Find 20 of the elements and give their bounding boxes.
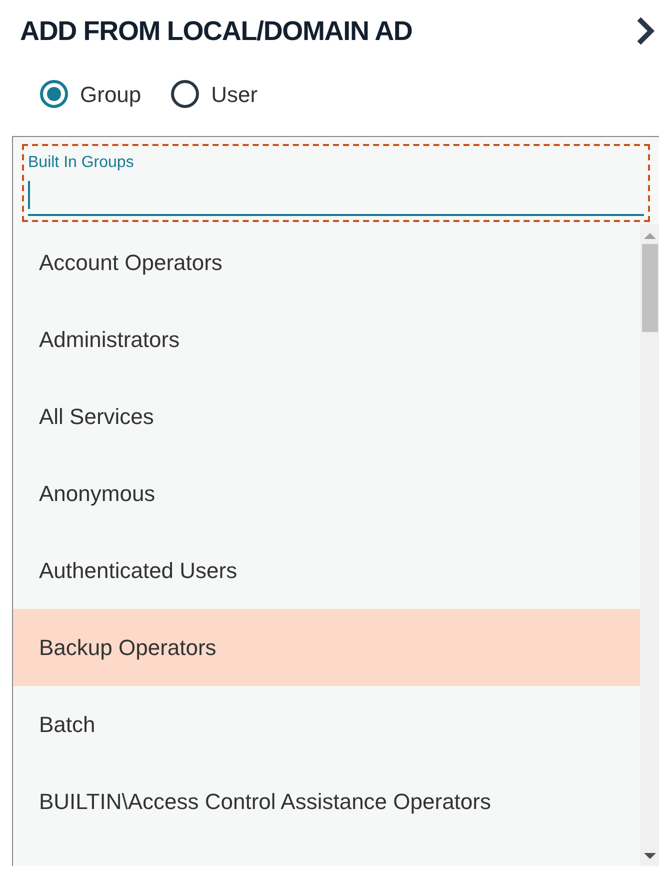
list-item[interactable]: Administrators bbox=[13, 301, 640, 378]
list-item[interactable]: BUILTIN\Access Control Assistance Operators bbox=[13, 763, 640, 840]
search-field[interactable]: Built In Groups bbox=[22, 144, 650, 222]
radio-icon bbox=[40, 80, 68, 108]
list-item[interactable]: Batch bbox=[13, 686, 640, 763]
chevron-right-icon[interactable] bbox=[635, 16, 655, 46]
radio-option[interactable]: User bbox=[171, 78, 258, 110]
list-item[interactable]: Account Operators bbox=[13, 224, 640, 301]
list-item[interactable]: All Services bbox=[13, 378, 640, 455]
scroll-up-icon[interactable] bbox=[644, 232, 656, 240]
field-label: Built In Groups bbox=[28, 153, 135, 173]
scroll-down-icon[interactable] bbox=[644, 852, 656, 860]
list-item[interactable]: Authenticated Users bbox=[13, 532, 640, 609]
radio-option[interactable]: Group bbox=[40, 78, 142, 110]
list-item[interactable]: Backup Operators bbox=[13, 609, 640, 686]
radio-icon bbox=[171, 80, 200, 108]
list-item[interactable]: Anonymous bbox=[13, 455, 640, 532]
scrollbar-thumb[interactable] bbox=[642, 244, 658, 332]
scrollbar[interactable] bbox=[640, 224, 659, 866]
panel-title: ADD FROM LOCAL/DOMAIN AD bbox=[20, 14, 412, 48]
